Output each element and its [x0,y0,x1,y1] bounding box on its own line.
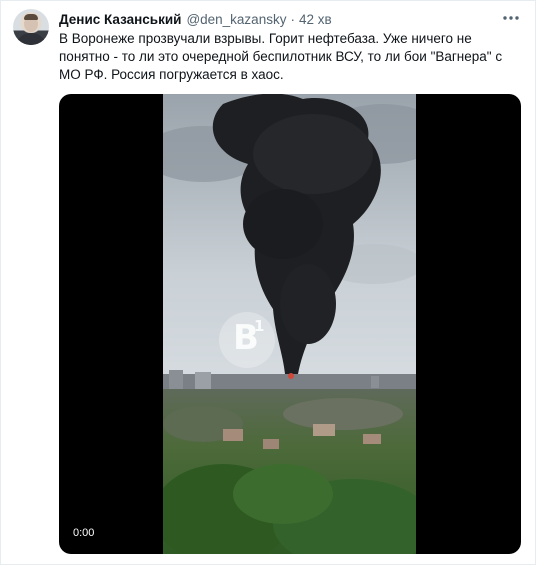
header-separator: · [290,11,295,27]
tweet-header: Денис Казанський @den_kazansky · 42 хв [59,10,332,28]
video-frame: В 1 [163,94,416,554]
watermark-logo: В 1 [219,312,275,368]
avatar[interactable] [13,9,49,45]
avatar-hair [24,14,38,20]
more-dots-icon[interactable] [501,11,521,25]
author-name[interactable]: Денис Казанський [59,12,181,27]
video-timecode: 0:00 [73,527,95,539]
tweet-time[interactable]: 42 хв [299,12,332,27]
author-handle[interactable]: @den_kazansky [186,12,286,27]
tweet-text: В Воронеже прозвучали взрывы. Горит нефт… [59,31,503,82]
video-player[interactable]: В 1 0:00 [59,94,521,554]
tweet-card[interactable]: Денис Казанський @den_kazansky · 42 хв В… [0,0,536,565]
watermark-number: 1 [254,317,265,335]
avatar-shoulders [16,33,46,45]
